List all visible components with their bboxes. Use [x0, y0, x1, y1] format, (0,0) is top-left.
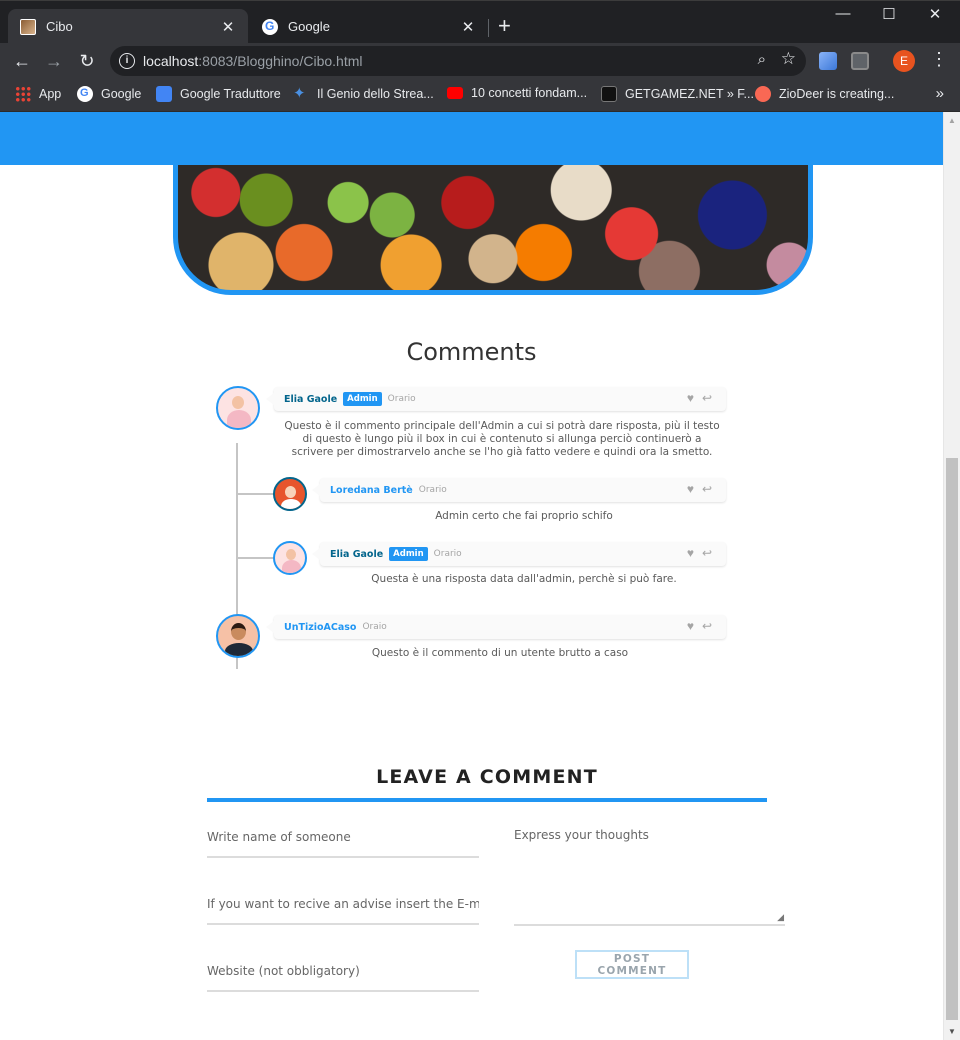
page-scrollbar[interactable]: ▲ ▼: [943, 112, 960, 1040]
bookmark-getgamez[interactable]: GETGAMEZ.NET » F...: [601, 86, 754, 102]
comment-actions: ♥↩: [687, 482, 720, 496]
email-field: [207, 895, 479, 925]
comment-actions: ♥↩: [687, 546, 720, 560]
minimize-icon[interactable]: —: [820, 5, 866, 22]
comment-time: Oraio: [362, 622, 387, 632]
heart-icon[interactable]: ♥: [687, 391, 702, 405]
bookmark-google-traduttore[interactable]: Google Traduttore: [156, 86, 281, 102]
comment-header: Loredana Bertè Orario ♥↩: [312, 478, 726, 502]
comment-header: UnTizioACaso Oraio ♥↩: [266, 615, 726, 639]
heart-icon[interactable]: ♥: [687, 482, 702, 496]
name-input[interactable]: [207, 830, 479, 844]
reply-icon[interactable]: ↩: [702, 546, 720, 560]
website-field: [207, 962, 479, 992]
name-field: [207, 828, 479, 858]
food-hero-image: [173, 165, 813, 295]
comment-time: Orario: [418, 485, 447, 495]
extension-cube-icon[interactable]: [819, 52, 837, 70]
tab-cibo[interactable]: Cibo ✕: [8, 9, 248, 44]
thoughts-textarea[interactable]: [514, 828, 785, 920]
heart-icon[interactable]: ♥: [687, 619, 702, 633]
menu-kebab-icon[interactable]: ⋮: [930, 49, 948, 70]
comment-text: Questo è il commento di un utente brutto…: [371, 647, 629, 659]
thoughts-field: ◢: [514, 828, 785, 926]
extension-box-icon[interactable]: [851, 52, 869, 70]
heart-icon[interactable]: ♥: [687, 546, 702, 560]
bookmark-app[interactable]: App: [15, 86, 61, 102]
new-tab-icon[interactable]: +: [498, 13, 511, 39]
avatar[interactable]: [273, 541, 307, 575]
thread-branch: [238, 557, 276, 559]
bookmark-concetti[interactable]: 10 concetti fondam...: [447, 86, 587, 100]
patreon-icon: [755, 86, 771, 102]
site-info-icon[interactable]: i: [119, 53, 135, 69]
email-input[interactable]: [207, 897, 479, 911]
admin-badge: Admin: [389, 547, 428, 561]
getgamez-icon: [601, 86, 617, 102]
comment-author[interactable]: Loredana Bertè: [330, 485, 413, 496]
google-icon: [77, 86, 93, 102]
post-comment-button[interactable]: POST COMMENT: [575, 950, 689, 979]
tab-title: Cibo: [46, 19, 73, 34]
google-favicon-icon: [262, 18, 278, 35]
bookmark-google[interactable]: Google: [77, 86, 141, 102]
bookmark-genio[interactable]: Il Genio dello Strea...: [293, 84, 434, 102]
scroll-up-icon[interactable]: ▲: [948, 116, 956, 125]
avatar[interactable]: [216, 614, 260, 658]
address-bar[interactable]: i localhost:8083/Blogghino/Cibo.html ⌕ ☆: [110, 46, 806, 76]
tab-title: Google: [288, 19, 330, 34]
tab-separator: [488, 19, 489, 37]
close-window-icon[interactable]: ✕: [912, 5, 958, 23]
thread-branch: [238, 493, 276, 495]
close-tab-icon[interactable]: ✕: [220, 18, 236, 36]
resize-grip-icon[interactable]: ◢: [777, 912, 784, 923]
tab-google[interactable]: Google ✕: [250, 9, 488, 44]
header-bar: [0, 112, 943, 165]
zoom-icon[interactable]: ⌕: [758, 51, 766, 68]
bookmark-ziodeer[interactable]: ZioDeer is creating...: [755, 86, 894, 102]
comment-author[interactable]: UnTizioACaso: [284, 622, 356, 633]
website-input[interactable]: [207, 964, 479, 978]
more-bookmarks-icon[interactable]: »: [936, 85, 944, 102]
reload-icon[interactable]: ↻: [75, 49, 99, 73]
profile-avatar[interactable]: E: [893, 50, 915, 72]
comment-header: Elia Gaole Admin Orario ♥↩: [266, 387, 726, 411]
admin-badge: Admin: [343, 392, 382, 406]
bookmark-star-icon[interactable]: ☆: [781, 49, 796, 69]
bookmarks-bar: App Google Google Traduttore Il Genio de…: [0, 79, 960, 112]
forward-arrow-icon[interactable]: →: [42, 49, 66, 73]
comment-author[interactable]: Elia Gaole: [330, 549, 383, 560]
avatar[interactable]: [216, 386, 260, 430]
cibo-favicon-icon: [20, 18, 36, 35]
reply-icon[interactable]: ↩: [702, 482, 720, 496]
reply-icon[interactable]: ↩: [702, 391, 720, 405]
maximize-icon[interactable]: ☐: [866, 5, 912, 23]
page-viewport: Comments Elia Gaole Admin Orario ♥↩ Ques…: [0, 112, 960, 1040]
url-text: localhost:8083/Blogghino/Cibo.html: [143, 53, 363, 69]
comment-author[interactable]: Elia Gaole: [284, 394, 337, 405]
comment-time: Orario: [387, 394, 416, 404]
comment-actions: ♥↩: [687, 619, 720, 633]
title-underline: [207, 798, 767, 802]
comment-text: Questo è il commento principale dell'Adm…: [284, 420, 720, 458]
translate-icon: [156, 86, 172, 102]
browser-titlebar: Cibo ✕ Google ✕ + — ☐ ✕: [0, 0, 960, 44]
comment-text: Questa è una risposta data dall'admin, p…: [371, 573, 677, 585]
apps-icon: [15, 86, 31, 102]
scrollbar-thumb[interactable]: [946, 458, 958, 1020]
comment-time: Orario: [433, 549, 462, 559]
leave-comment-title: LEAVE A COMMENT: [376, 766, 598, 788]
browser-toolbar: ← → ↻ i localhost:8083/Blogghino/Cibo.ht…: [0, 43, 960, 79]
comment-header: Elia Gaole Admin Orario ♥↩: [312, 542, 726, 566]
avatar[interactable]: [273, 477, 307, 511]
comment-text: Admin certo che fai proprio schifo: [435, 510, 613, 522]
genio-icon: [293, 84, 309, 102]
back-arrow-icon[interactable]: ←: [10, 49, 34, 73]
youtube-icon: [447, 87, 463, 99]
reply-icon[interactable]: ↩: [702, 619, 720, 633]
comment-actions: ♥↩: [687, 391, 720, 405]
comments-title: Comments: [406, 338, 537, 366]
scroll-down-icon[interactable]: ▼: [948, 1027, 956, 1036]
close-tab-icon[interactable]: ✕: [460, 18, 476, 36]
